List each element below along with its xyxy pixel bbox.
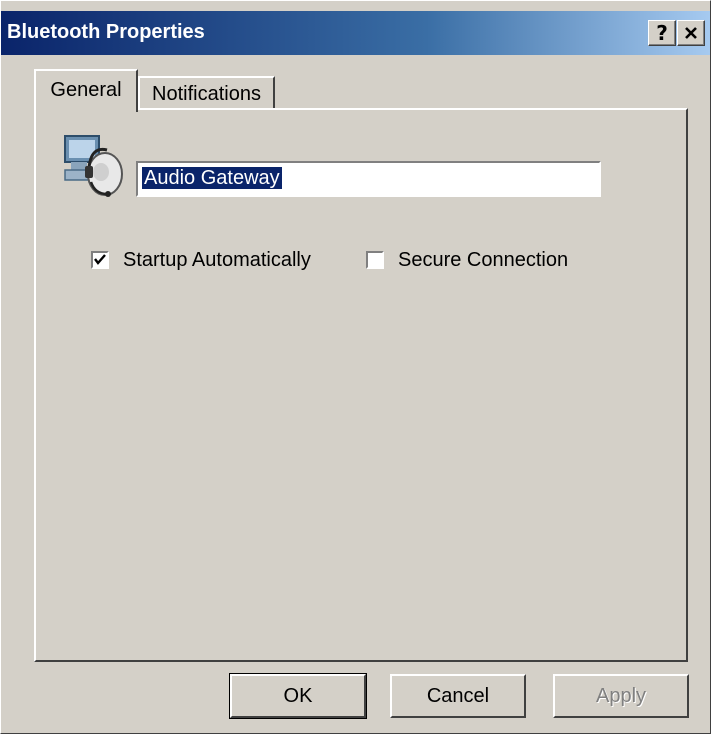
apply-button[interactable]: Apply [553,674,689,718]
tab-general[interactable]: General [34,69,138,112]
service-name-field[interactable]: Audio Gateway [136,161,601,197]
startup-automatically-option[interactable]: Startup Automatically [91,246,311,274]
startup-automatically-label: Startup Automatically [123,248,311,271]
title-bar[interactable]: Bluetooth Properties ? [1,11,710,55]
startup-automatically-checkbox[interactable] [91,251,109,269]
close-icon [685,27,697,39]
close-button[interactable] [677,20,705,46]
general-tab-panel: Audio Gateway Startup Automatically Secu… [34,108,688,662]
bluetooth-properties-dialog: Bluetooth Properties ? General Notificat… [0,0,711,734]
secure-connection-option[interactable]: Secure Connection [366,246,568,274]
help-button[interactable]: ? [648,20,676,46]
ok-button[interactable]: OK [229,673,367,719]
tab-notifications[interactable]: Notifications [138,76,275,110]
secure-connection-checkbox[interactable] [366,251,384,269]
headset-computer-icon [64,135,123,197]
service-name-value: Audio Gateway [142,167,282,189]
cancel-button[interactable]: Cancel [390,674,526,718]
checkmark-icon [94,254,106,265]
secure-connection-label: Secure Connection [398,248,569,271]
window-title: Bluetooth Properties [7,21,205,43]
